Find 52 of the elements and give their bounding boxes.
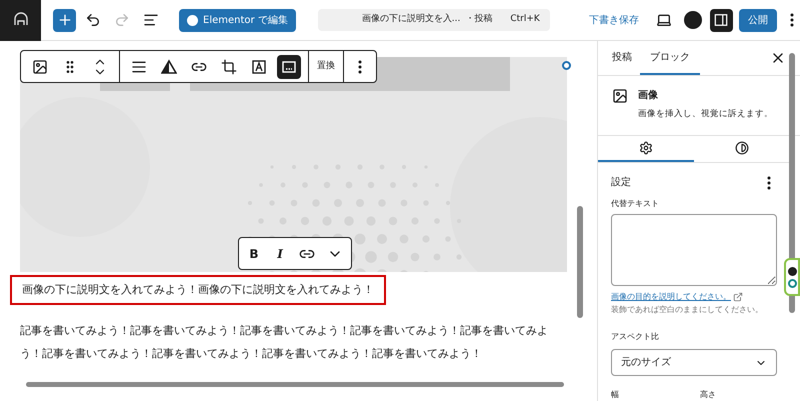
- alt-text-field[interactable]: [611, 214, 777, 286]
- replace-button[interactable]: 置換: [317, 60, 335, 74]
- document-type: ・投稿: [465, 13, 492, 26]
- crop-icon: [221, 58, 237, 74]
- command-bar[interactable]: 画像の下に説明文を入... ・投稿 Ctrl+K: [318, 9, 550, 31]
- gear-icon: [639, 141, 653, 156]
- kebab-icon: [358, 60, 362, 74]
- help-text: 装飾であれば空白のままにしてください。: [611, 304, 764, 316]
- caption-icon: [281, 58, 297, 74]
- options-button[interactable]: [790, 13, 794, 27]
- avatar-icon[interactable]: [684, 11, 702, 29]
- add-block-button[interactable]: [53, 8, 76, 32]
- block-description: 画像を挿入し、視覚に訴えます。: [638, 108, 773, 122]
- align-icon: [131, 58, 147, 74]
- preview-button[interactable]: [656, 12, 672, 28]
- triangle-icon: [161, 58, 177, 74]
- section-title: 設定: [611, 176, 631, 190]
- half-circle-icon: [735, 141, 749, 156]
- block-title: 画像: [638, 88, 659, 104]
- publish-button[interactable]: 公開: [738, 8, 777, 32]
- external-link-icon: [733, 292, 743, 302]
- horizontal-scrollbar[interactable]: [26, 382, 564, 387]
- help-link[interactable]: 画像の目的を説明してください。: [611, 291, 731, 303]
- undo-button[interactable]: [85, 12, 101, 28]
- field-label: 高さ: [700, 389, 716, 401]
- plus-icon: [56, 12, 72, 28]
- shortcut-hint: Ctrl+K: [510, 13, 540, 26]
- sidebar-tab[interactable]: ブロック: [640, 41, 700, 76]
- image-icon: [612, 88, 628, 104]
- image-icon: [32, 58, 48, 74]
- document-title: 画像の下に説明文を入...: [362, 13, 460, 26]
- italic-button[interactable]: I: [273, 244, 287, 262]
- bold-button[interactable]: B: [247, 244, 261, 262]
- floating-widget[interactable]: [784, 258, 800, 296]
- paragraph-text[interactable]: 記事を書いてみよう！記事を書いてみよう！記事を書いてみよう！記事を書いてみよう！記事を書いてみよう！記事を書いてみよう！記事を書いてみよう！記事を書いてみよう！記事を書いてみよう！: [20, 319, 565, 365]
- kebab-icon: [767, 176, 771, 190]
- save-draft-link[interactable]: 下書き保存: [588, 12, 639, 28]
- kebab-icon: [790, 13, 794, 27]
- elementor-button[interactable]: Elementor で編集: [179, 8, 296, 32]
- vertical-scrollbar[interactable]: [577, 206, 583, 318]
- site-logo[interactable]: [0, 0, 41, 40]
- field-label: 代替テキスト: [611, 198, 660, 210]
- text-overlay-icon: [251, 58, 267, 74]
- field-label: アスペクト比: [611, 331, 660, 343]
- sidebar-icon: [714, 13, 728, 27]
- toolbar-button[interactable]: [277, 54, 301, 78]
- settings-toggle[interactable]: [710, 8, 733, 32]
- list-view-button[interactable]: [143, 12, 159, 28]
- sidebar-tab[interactable]: 投稿: [604, 41, 640, 76]
- resize-handle[interactable]: [562, 61, 571, 70]
- field-label: 幅: [611, 389, 620, 401]
- aspect-ratio-select[interactable]: 元のサイズ: [611, 349, 777, 376]
